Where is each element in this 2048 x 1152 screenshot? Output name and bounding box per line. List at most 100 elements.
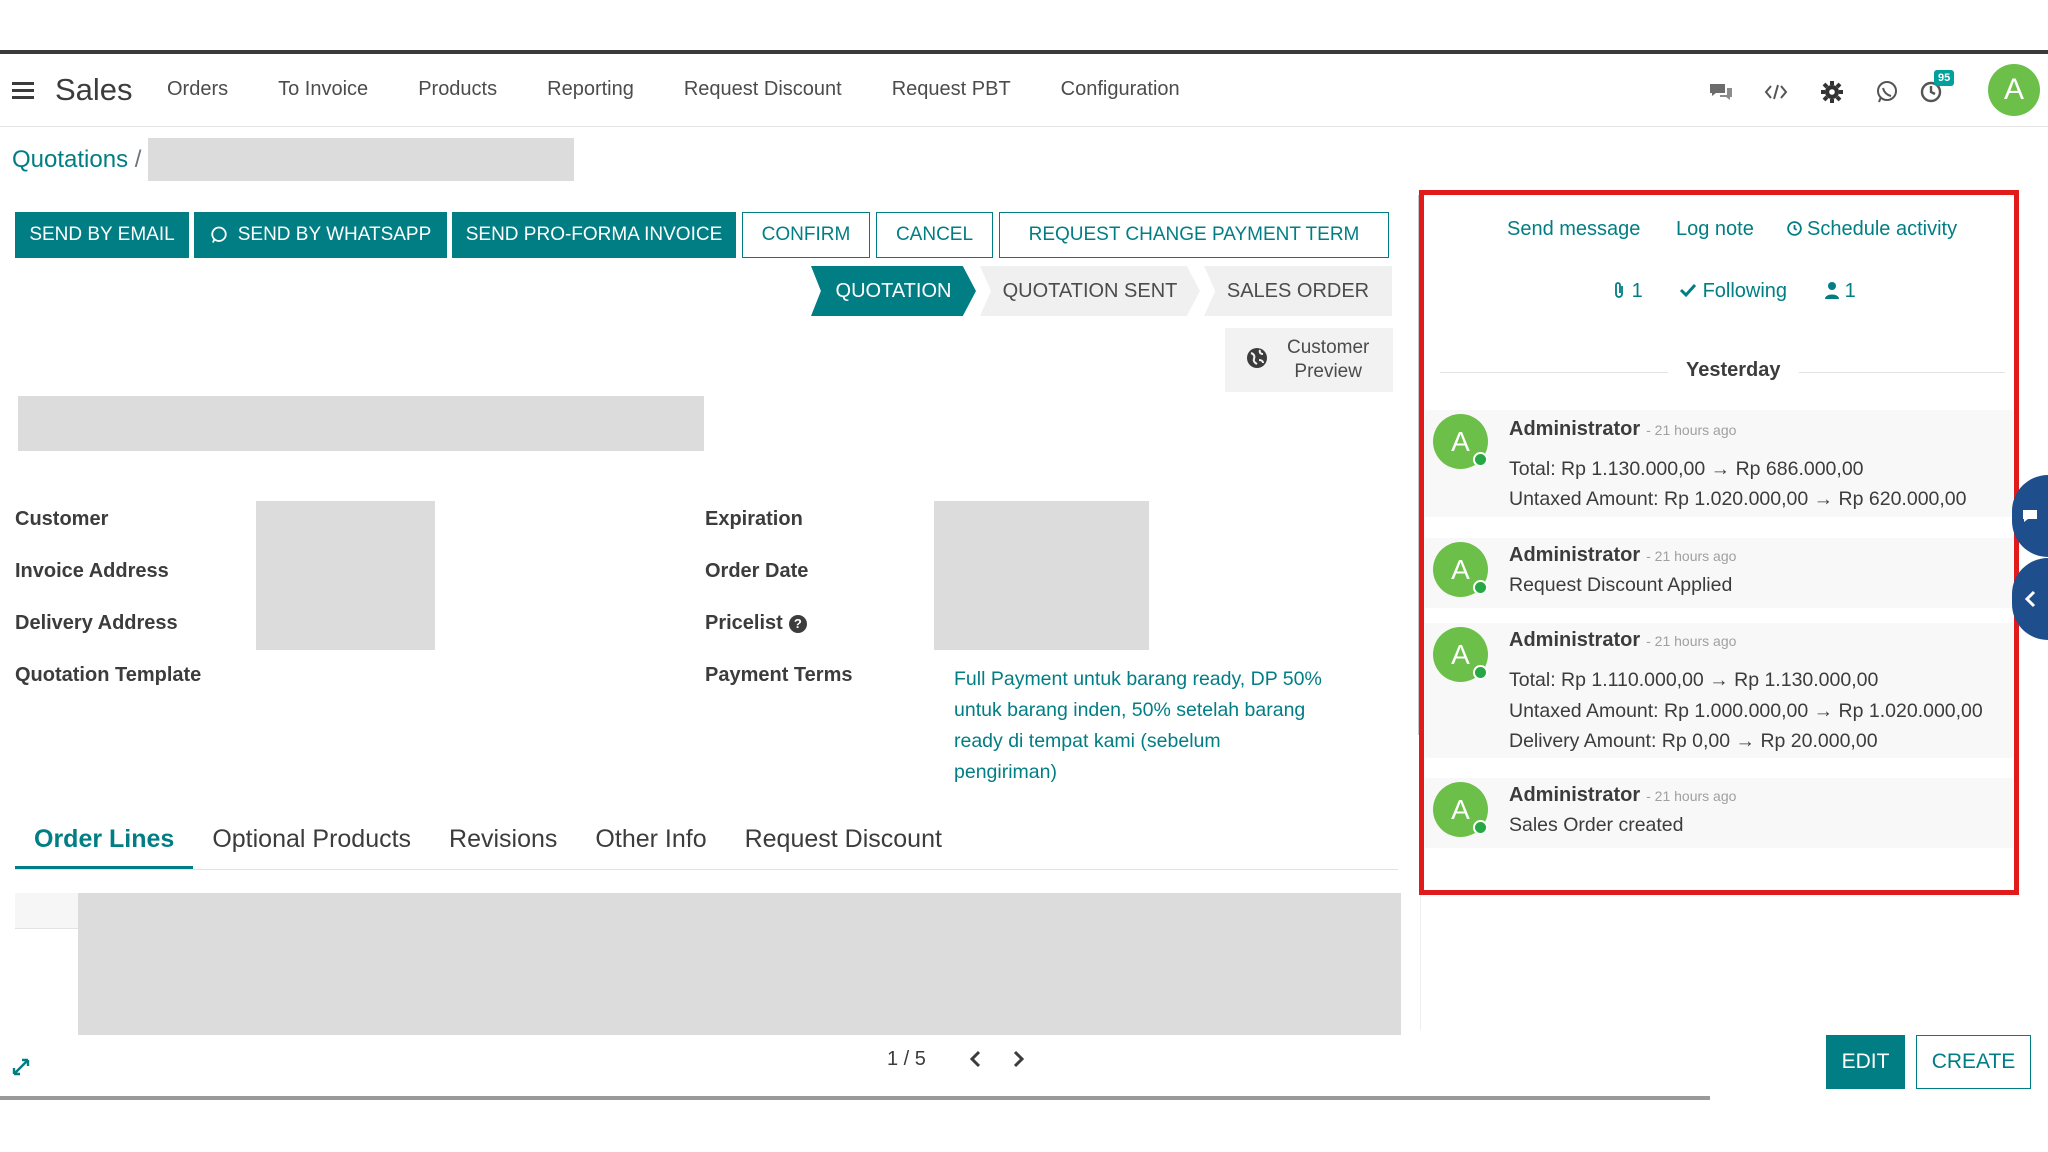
pager-value: 1 / 5	[887, 1048, 926, 1070]
chat-bubble-icon	[2023, 510, 2037, 522]
message-body-line: Delivery Amount: Rp 0,00 → Rp 20.000,00	[1509, 730, 1878, 752]
attachments-button[interactable]: 1	[1612, 280, 1643, 303]
user-icon	[1825, 282, 1839, 299]
redacted-record-name	[148, 138, 574, 181]
menu-item-orders[interactable]: Orders	[167, 78, 228, 101]
activity-count-badge: 95	[1934, 70, 1955, 86]
breadcrumb: Quotations /	[12, 146, 141, 174]
chatter-message: A Administrator - 21 hours ago Total: Rp …	[1425, 410, 2013, 517]
message-author-line: Administrator - 21 hours ago	[1509, 544, 1736, 567]
chevron-left-icon	[2024, 590, 2036, 608]
request-change-payment-term-button[interactable]: REQUEST CHANGE PAYMENT TERM	[999, 212, 1389, 258]
menu-item-request-pbt[interactable]: Request PBT	[892, 78, 1011, 101]
menu-item-request-discount[interactable]: Request Discount	[684, 78, 842, 101]
tab-order-lines[interactable]: Order Lines	[15, 820, 194, 869]
message-time: - 21 hours ago	[1646, 422, 1737, 438]
message-time: - 21 hours ago	[1646, 788, 1737, 804]
schedule-activity-button[interactable]: Schedule activity	[1786, 218, 1957, 241]
chat-icon[interactable]	[1707, 78, 1735, 106]
tab-optional-products[interactable]: Optional Products	[193, 820, 430, 869]
app-name[interactable]: Sales	[55, 72, 133, 108]
expand-icon[interactable]	[10, 1056, 32, 1083]
bottom-border	[0, 1096, 1710, 1100]
chevron-left-icon	[969, 1050, 981, 1068]
payment-terms-label: Payment Terms	[705, 664, 853, 686]
menu-toggle-icon[interactable]	[12, 82, 34, 100]
message-avatar[interactable]: A	[1433, 627, 1488, 682]
send-pro-forma-invoice-button[interactable]: SEND PRO-FORMA INVOICE	[452, 212, 736, 258]
message-author[interactable]: Administrator	[1509, 418, 1640, 440]
redacted-date-values	[934, 501, 1149, 650]
message-avatar[interactable]: A	[1433, 414, 1488, 469]
top-navbar: Sales Orders To Invoice Products Reporti…	[0, 54, 2048, 127]
create-button[interactable]: CREATE	[1916, 1035, 2031, 1089]
customer-preview-label-2: Preview	[1294, 361, 1362, 382]
attachments-count: 1	[1631, 280, 1643, 302]
schedule-activity-label: Schedule activity	[1807, 218, 1958, 240]
customer-preview-label-1: Customer	[1287, 337, 1370, 358]
whatsapp-icon[interactable]	[1873, 78, 1901, 106]
pricelist-label: Pricelist	[705, 612, 783, 634]
menu-item-configuration[interactable]: Configuration	[1061, 78, 1180, 101]
settings-gear-icon[interactable]	[1818, 78, 1846, 106]
following-button[interactable]: Following	[1679, 280, 1787, 303]
chevron-right-icon	[1013, 1050, 1025, 1068]
message-time: - 21 hours ago	[1646, 548, 1737, 564]
message-body-line: Total: Rp 1.130.000,00 → Rp 686.000,00	[1509, 458, 1864, 480]
order-lines-header-stub	[15, 893, 78, 929]
pager-previous-button[interactable]	[965, 1046, 985, 1072]
menu-item-products[interactable]: Products	[418, 78, 497, 101]
pager-next-button[interactable]	[1009, 1046, 1029, 1072]
debug-code-icon[interactable]	[1762, 78, 1790, 106]
quotation-template-label: Quotation Template	[15, 664, 202, 686]
help-question-icon[interactable]: ?	[788, 615, 807, 633]
chatter-message: A Administrator - 21 hours ago Request Di…	[1425, 538, 2013, 608]
message-author[interactable]: Administrator	[1509, 544, 1640, 566]
send-message-button[interactable]: Send message	[1507, 218, 1640, 241]
message-author-line: Administrator - 21 hours ago	[1509, 629, 1736, 652]
message-author-line: Administrator - 21 hours ago	[1509, 784, 1736, 807]
tab-other-info[interactable]: Other Info	[576, 820, 725, 869]
day-separator-label: Yesterday	[1668, 359, 1799, 382]
cancel-button[interactable]: CANCEL	[876, 212, 993, 258]
whatsapp-icon	[211, 226, 227, 243]
clock-icon	[1787, 221, 1802, 236]
message-author[interactable]: Administrator	[1509, 629, 1640, 651]
status-sales-order[interactable]: SALES ORDER	[1204, 266, 1392, 316]
payment-terms-value[interactable]: Full Payment untuk barang ready, DP 50% …	[954, 664, 1324, 788]
main-menu: Orders To Invoice Products Reporting Req…	[167, 78, 1230, 101]
breadcrumb-quotations[interactable]: Quotations	[12, 146, 128, 173]
message-avatar[interactable]: A	[1433, 782, 1488, 837]
redacted-order-lines-table	[78, 893, 1401, 1035]
message-author[interactable]: Administrator	[1509, 784, 1640, 806]
check-icon	[1679, 283, 1697, 298]
confirm-button[interactable]: CONFIRM	[742, 212, 870, 258]
expiration-label: Expiration	[705, 508, 803, 530]
status-quotation[interactable]: QUOTATION	[811, 266, 976, 316]
order-date-label: Order Date	[705, 560, 809, 582]
message-body-line: Untaxed Amount: Rp 1.000.000,00 → Rp 1.0…	[1509, 700, 1983, 722]
followers-button[interactable]: 1	[1825, 280, 1856, 303]
breadcrumb-separator: /	[134, 146, 142, 173]
status-quotation-sent[interactable]: QUOTATION SENT	[980, 266, 1200, 316]
log-note-button[interactable]: Log note	[1676, 218, 1754, 241]
customer-preview-button[interactable]: Customer Preview	[1225, 328, 1393, 392]
send-by-whatsapp-label: SEND BY WHATSAPP	[237, 224, 432, 245]
invoice-address-label: Invoice Address	[15, 560, 169, 582]
message-body-line: Request Discount Applied	[1509, 574, 1733, 596]
user-avatar[interactable]: A	[1988, 64, 2040, 116]
send-by-whatsapp-button[interactable]: SEND BY WHATSAPP	[194, 212, 447, 258]
tab-request-discount[interactable]: Request Discount	[726, 820, 961, 869]
delivery-address-label: Delivery Address	[15, 612, 178, 634]
menu-item-reporting[interactable]: Reporting	[547, 78, 634, 101]
send-by-email-button[interactable]: SEND BY EMAIL	[15, 212, 189, 258]
customer-label: Customer	[15, 508, 109, 530]
tab-revisions[interactable]: Revisions	[430, 820, 576, 869]
menu-item-to-invoice[interactable]: To Invoice	[278, 78, 368, 101]
message-time: - 21 hours ago	[1646, 633, 1737, 649]
followers-count: 1	[1844, 280, 1856, 302]
edit-button[interactable]: EDIT	[1826, 1035, 1905, 1089]
redacted-customer-values	[256, 501, 435, 650]
message-avatar[interactable]: A	[1433, 542, 1488, 597]
message-author-line: Administrator - 21 hours ago	[1509, 418, 1736, 441]
